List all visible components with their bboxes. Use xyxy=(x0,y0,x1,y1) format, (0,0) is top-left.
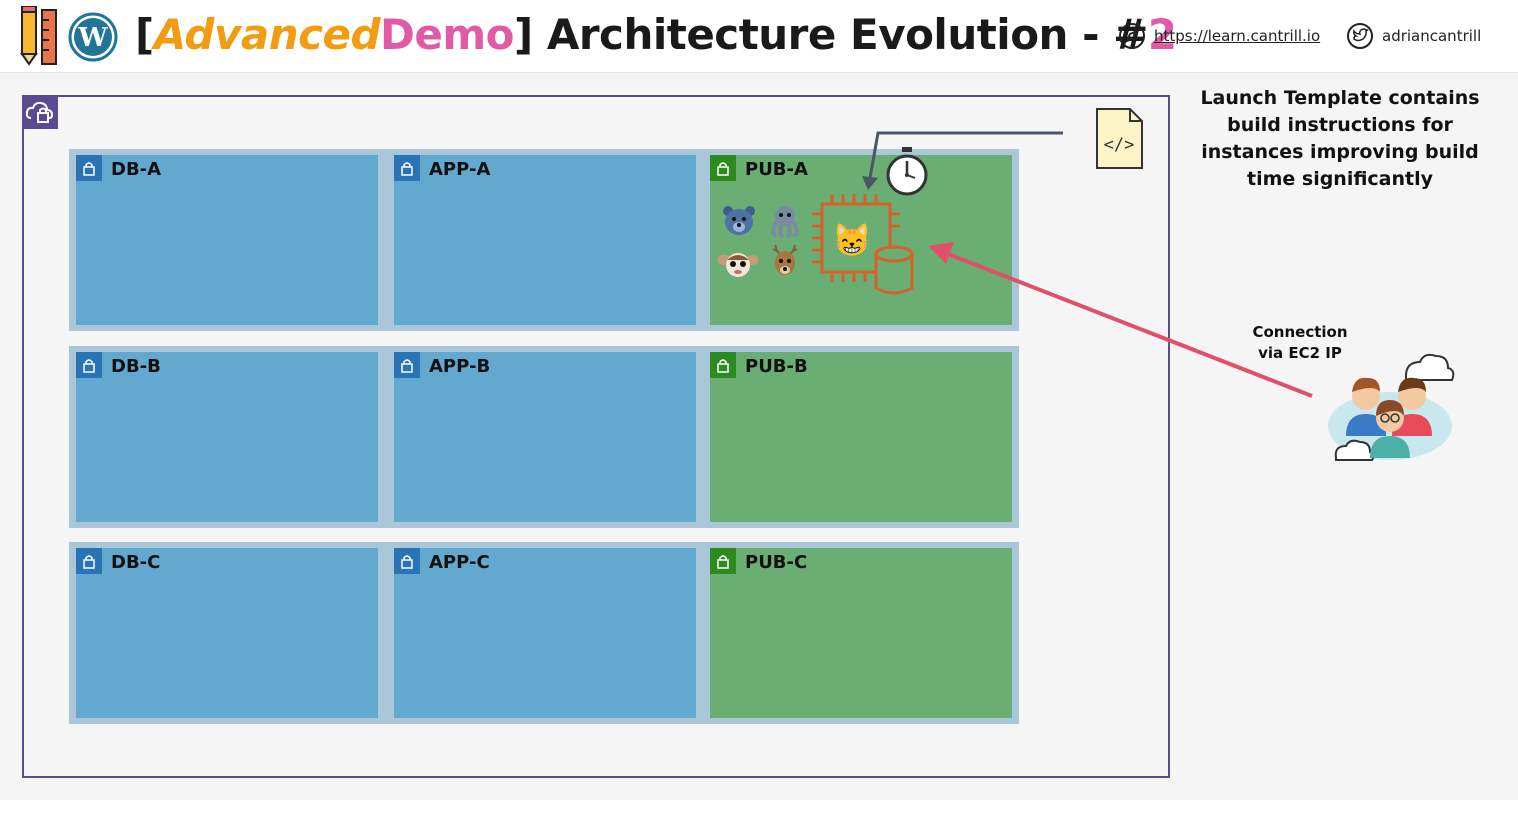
lock-icon xyxy=(76,352,102,378)
wordpress-logo: W xyxy=(68,12,118,62)
subnet-label: APP-C xyxy=(429,552,490,573)
cat-emoji-icon: 😸 xyxy=(832,222,872,258)
svg-text:</>: </> xyxy=(1104,135,1135,155)
lock-icon xyxy=(394,155,420,181)
gremlin-icon xyxy=(718,253,758,277)
subnet-label: PUB-C xyxy=(745,552,808,573)
twitter-handle[interactable]: adriancantrill xyxy=(1382,27,1481,45)
lock-icon xyxy=(76,155,102,181)
title-advanced: Advanced xyxy=(153,10,381,59)
subnet-label: DB-B xyxy=(111,356,161,377)
subnet-db-c: DB-C xyxy=(76,548,378,718)
subnet-label: APP-B xyxy=(429,356,491,377)
svg-text:W: W xyxy=(77,23,108,53)
ebs-volume-icon xyxy=(874,245,914,295)
lock-icon xyxy=(710,155,736,181)
vpc-badge xyxy=(22,95,58,129)
subnet-label: APP-A xyxy=(429,159,491,180)
subnet-label: DB-A xyxy=(111,159,162,180)
lock-icon xyxy=(710,352,736,378)
octopus-icon xyxy=(771,206,799,238)
twitter-link[interactable]: adriancantrill xyxy=(1346,22,1481,50)
subnet-db-a: DB-A xyxy=(76,155,378,325)
subnet-app-b: APP-B xyxy=(394,352,696,522)
subnet-label: DB-C xyxy=(111,552,161,573)
lock-icon xyxy=(394,352,420,378)
subnet-label: PUB-A xyxy=(745,159,808,180)
header-bar: W [AdvancedDemo] Architecture Evolution … xyxy=(0,0,1518,73)
twitter-bird-icon xyxy=(1347,23,1373,49)
cloud-lock-icon xyxy=(25,101,54,123)
lock-icon xyxy=(76,548,102,574)
subnet-label: PUB-B xyxy=(745,356,808,377)
launch-template-icon: </> xyxy=(1096,108,1143,169)
launch-template-note: Launch Template contains build instructi… xyxy=(1200,87,1480,190)
connection-arrow xyxy=(928,242,1313,398)
deer-icon xyxy=(772,244,798,275)
safari-compass-icon xyxy=(1119,23,1145,49)
subnet-app-a: APP-A xyxy=(394,155,696,325)
connection-note-line1: Connection xyxy=(1252,323,1348,341)
subnet-pub-c: PUB-C xyxy=(710,548,1012,718)
pencil-ruler-icon xyxy=(20,6,57,66)
page-title: [AdvancedDemo] Architecture Evolution - … xyxy=(135,10,1177,59)
site-link-text[interactable]: https://learn.cantrill.io xyxy=(1154,27,1320,45)
bear-icon xyxy=(723,206,755,235)
subnet-db-b: DB-B xyxy=(76,352,378,522)
lock-icon xyxy=(394,548,420,574)
site-link[interactable]: https://learn.cantrill.io xyxy=(1118,22,1320,50)
title-demo: Demo xyxy=(380,10,515,59)
launch-template-arrow xyxy=(862,131,1063,190)
subnet-app-c: APP-C xyxy=(394,548,696,718)
lock-icon xyxy=(710,548,736,574)
users-group-icon xyxy=(1328,353,1455,461)
